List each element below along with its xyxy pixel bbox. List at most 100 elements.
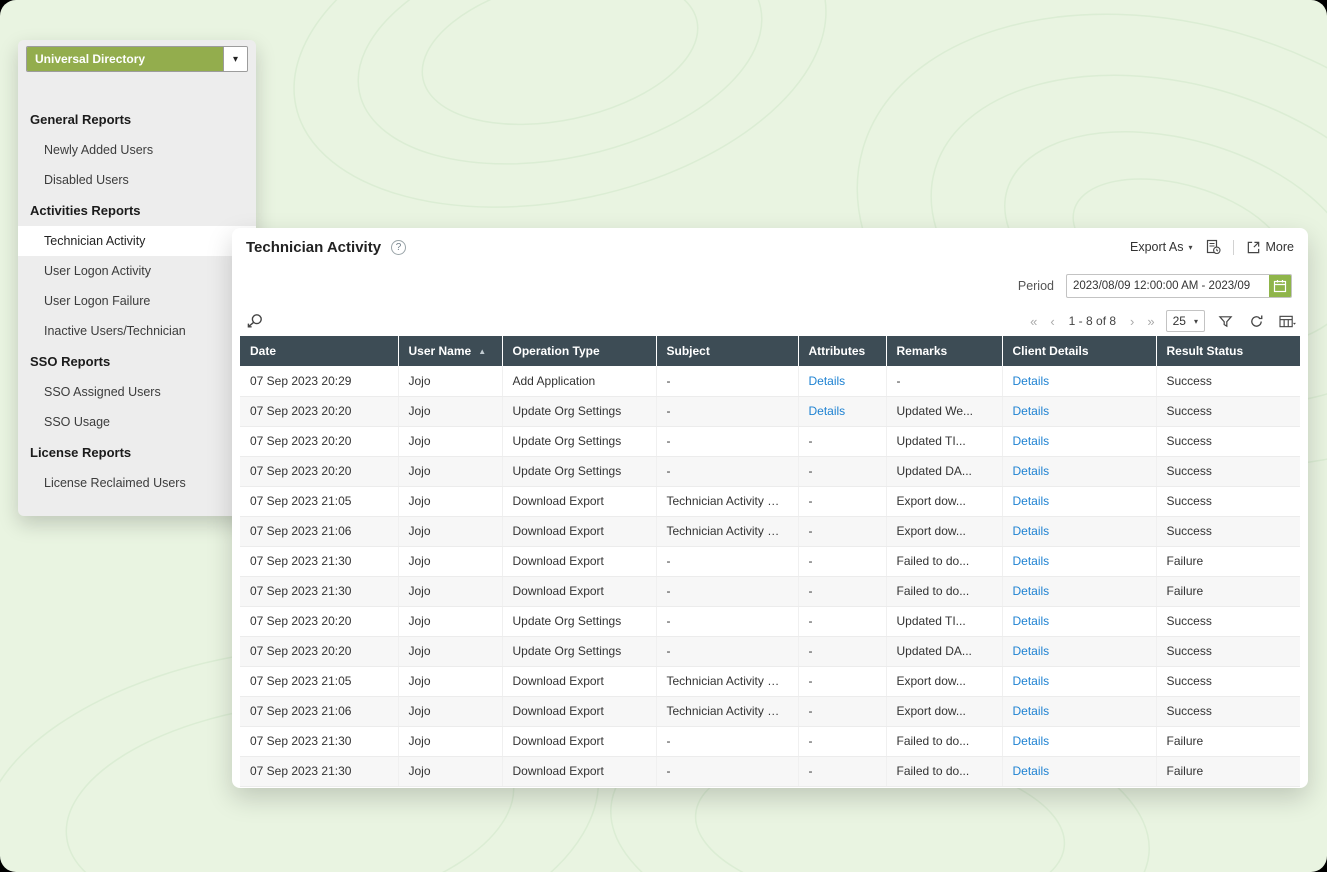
- page-size-select[interactable]: 25 ▾: [1166, 310, 1205, 332]
- sidebar-entry[interactable]: User Logon Activity: [18, 256, 256, 286]
- filter-button[interactable]: [1214, 310, 1236, 332]
- cell-attributes: -: [798, 726, 886, 756]
- toolbar-divider: [1233, 240, 1234, 255]
- cell-client-details-link[interactable]: Details: [1002, 726, 1156, 756]
- pagination-first-button[interactable]: «: [1028, 314, 1039, 329]
- pagination-last-button[interactable]: »: [1145, 314, 1156, 329]
- table-row: 07 Sep 2023 21:30 Jojo Download Export -…: [240, 726, 1300, 756]
- cell-remarks: Updated We...: [886, 396, 1002, 426]
- sidebar-entry[interactable]: Newly Added Users: [18, 135, 256, 165]
- sidebar-entry[interactable]: Inactive Users/Technician: [18, 316, 256, 346]
- cell-client-details-link[interactable]: Details: [1002, 666, 1156, 696]
- search-toggle-button[interactable]: [246, 313, 264, 329]
- sidebar-entry[interactable]: Technician Activity: [18, 226, 256, 256]
- period-label: Period: [1018, 279, 1054, 293]
- cell-result-status: Failure: [1156, 756, 1300, 786]
- table-header-row: Date User Name▲ Operation Type: [240, 336, 1300, 366]
- sidebar-entry[interactable]: User Logon Failure: [18, 286, 256, 316]
- search-icon: [246, 313, 264, 329]
- column-header[interactable]: Remarks: [886, 336, 1002, 366]
- column-header[interactable]: Subject: [656, 336, 798, 366]
- column-header[interactable]: Operation Type: [502, 336, 656, 366]
- column-header[interactable]: Date: [240, 336, 398, 366]
- more-button[interactable]: More: [1246, 240, 1294, 255]
- column-header[interactable]: User Name▲: [398, 336, 502, 366]
- chevron-down-icon: ▾: [1194, 317, 1198, 326]
- cell-remarks: Updated TI...: [886, 426, 1002, 456]
- cell-result-status: Success: [1156, 366, 1300, 396]
- sidebar-entry[interactable]: SSO Assigned Users: [18, 377, 256, 407]
- cell-client-details-link[interactable]: Details: [1002, 366, 1156, 396]
- cell-user-name: Jojo: [398, 516, 502, 546]
- pagination-next-button[interactable]: ›: [1128, 314, 1136, 329]
- cell-user-name: Jojo: [398, 696, 502, 726]
- cell-client-details-link[interactable]: Details: [1002, 696, 1156, 726]
- cell-subject: -: [656, 426, 798, 456]
- column-header[interactable]: Attributes: [798, 336, 886, 366]
- calendar-button[interactable]: [1269, 275, 1291, 297]
- sidebar-entry[interactable]: License Reclaimed Users: [18, 468, 256, 498]
- cell-client-details-link[interactable]: Details: [1002, 636, 1156, 666]
- columns-icon: [1279, 314, 1296, 329]
- column-header[interactable]: Result Status: [1156, 336, 1300, 366]
- cell-remarks: Updated TI...: [886, 606, 1002, 636]
- cell-attributes[interactable]: Details: [798, 396, 886, 426]
- cell-operation-type: Download Export: [502, 696, 656, 726]
- cell-user-name: Jojo: [398, 396, 502, 426]
- cell-client-details-link[interactable]: Details: [1002, 756, 1156, 786]
- cell-user-name: Jojo: [398, 456, 502, 486]
- cell-operation-type: Download Export: [502, 576, 656, 606]
- pagination-controls: « ‹ 1 - 8 of 8 › » 25 ▾: [1028, 310, 1298, 332]
- cell-remarks: Failed to do...: [886, 576, 1002, 606]
- period-range-input[interactable]: 2023/08/09 12:00:00 AM - 2023/09: [1066, 274, 1292, 298]
- cell-result-status: Success: [1156, 696, 1300, 726]
- cell-date: 07 Sep 2023 20:20: [240, 606, 398, 636]
- sidebar-entry[interactable]: SSO Usage: [18, 407, 256, 437]
- cell-operation-type: Update Org Settings: [502, 636, 656, 666]
- sidebar-entry[interactable]: Disabled Users: [18, 165, 256, 195]
- pagination-range: 1 - 8 of 8: [1069, 314, 1116, 328]
- table-row: 07 Sep 2023 20:20 Jojo Update Org Settin…: [240, 636, 1300, 666]
- period-range-value: 2023/08/09 12:00:00 AM - 2023/09: [1067, 275, 1269, 297]
- cell-remarks: Failed to do...: [886, 726, 1002, 756]
- cell-client-details-link[interactable]: Details: [1002, 516, 1156, 546]
- export-history-icon: [1205, 239, 1221, 255]
- cell-client-details-link[interactable]: Details: [1002, 546, 1156, 576]
- cell-remarks: Export dow...: [886, 696, 1002, 726]
- cell-client-details-link[interactable]: Details: [1002, 486, 1156, 516]
- cell-result-status: Success: [1156, 396, 1300, 426]
- chevron-down-icon[interactable]: ▾: [223, 47, 247, 71]
- sidebar-nav: General Reports Newly Added Users Disabl…: [18, 104, 256, 498]
- column-header-label: Attributes: [809, 344, 866, 358]
- cell-attributes: -: [798, 516, 886, 546]
- cell-date: 07 Sep 2023 21:06: [240, 516, 398, 546]
- column-header[interactable]: Client Details: [1002, 336, 1156, 366]
- sidebar-entry-label: Activities Reports: [30, 203, 141, 218]
- cell-client-details-link[interactable]: Details: [1002, 606, 1156, 636]
- cell-client-details-link[interactable]: Details: [1002, 576, 1156, 606]
- refresh-button[interactable]: [1245, 310, 1267, 332]
- cell-subject: -: [656, 546, 798, 576]
- calendar-icon: [1273, 279, 1287, 293]
- cell-subject: -: [656, 726, 798, 756]
- column-header-label: Result Status: [1167, 344, 1244, 358]
- pagination-prev-button[interactable]: ‹: [1048, 314, 1056, 329]
- cell-date: 07 Sep 2023 21:30: [240, 546, 398, 576]
- cell-client-details-link[interactable]: Details: [1002, 426, 1156, 456]
- help-icon[interactable]: ?: [391, 240, 406, 255]
- cell-subject: Technician Activity Rep...: [656, 516, 798, 546]
- cell-client-details-link[interactable]: Details: [1002, 456, 1156, 486]
- cell-attributes: -: [798, 576, 886, 606]
- cell-attributes: -: [798, 756, 886, 786]
- export-history-button[interactable]: [1205, 239, 1221, 255]
- cell-attributes[interactable]: Details: [798, 366, 886, 396]
- export-as-button[interactable]: Export As ▾: [1130, 240, 1193, 254]
- cell-attributes: -: [798, 666, 886, 696]
- cell-user-name: Jojo: [398, 606, 502, 636]
- column-settings-button[interactable]: [1276, 310, 1298, 332]
- cell-result-status: Success: [1156, 486, 1300, 516]
- cell-client-details-link[interactable]: Details: [1002, 396, 1156, 426]
- column-header-label: Client Details: [1013, 344, 1089, 358]
- directory-dropdown[interactable]: Universal Directory ▾: [26, 46, 248, 72]
- cell-date: 07 Sep 2023 20:29: [240, 366, 398, 396]
